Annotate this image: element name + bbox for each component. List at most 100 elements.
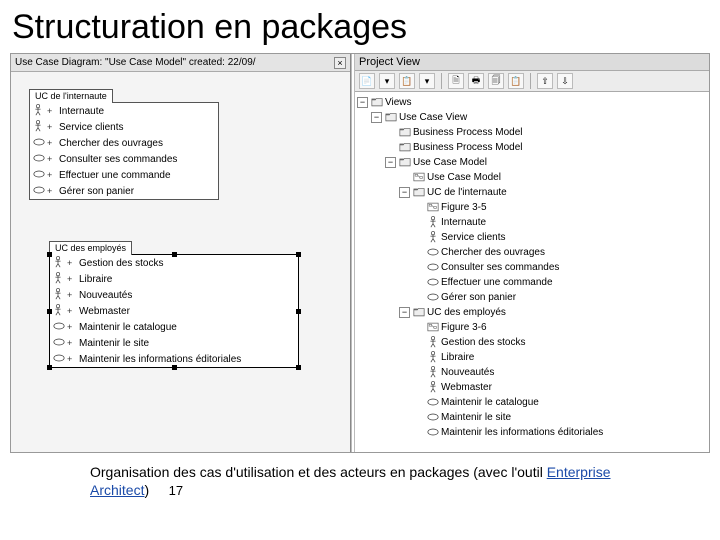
actor-icon	[428, 381, 438, 393]
package-item[interactable]: + Webmaster	[50, 303, 298, 319]
package-tab-label: UC de l'internaute	[29, 89, 113, 103]
package-item-label: Webmaster	[79, 306, 130, 317]
tree-node-label: Views	[385, 97, 707, 108]
tree-node-label: Effectuer une commande	[441, 277, 707, 288]
uc-icon	[427, 293, 439, 301]
actor-icon	[33, 104, 43, 116]
tree-node[interactable]: Use Case Model	[357, 170, 707, 185]
tree-node[interactable]: Chercher des ouvrages	[357, 245, 707, 260]
diagram-tab[interactable]: Use Case Diagram: "Use Case Model" creat…	[11, 54, 350, 72]
tree-node[interactable]: Libraire	[357, 350, 707, 365]
tree-node-label: Chercher des ouvrages	[441, 247, 707, 258]
package-item-label: Chercher des ouvrages	[59, 138, 163, 149]
plus-icon: +	[47, 186, 55, 196]
tree-node[interactable]: Service clients	[357, 230, 707, 245]
tree-expander[interactable]: −	[371, 112, 382, 123]
folder-icon	[399, 142, 411, 152]
uc-icon	[427, 428, 439, 436]
tree-expander[interactable]: −	[399, 187, 410, 198]
plus-icon: +	[67, 290, 75, 300]
tree-node-label: Gérer son panier	[441, 292, 707, 303]
package-item-label: Service clients	[59, 122, 123, 133]
folder-icon	[413, 187, 425, 197]
toolbar-button[interactable]: 🖶	[468, 73, 484, 89]
uc-icon	[53, 338, 65, 346]
tree-node-label: Consulter ses commandes	[441, 262, 707, 273]
package-item[interactable]: +Maintenir le catalogue	[50, 319, 298, 335]
tree-node[interactable]: Webmaster	[357, 380, 707, 395]
toolbar-button[interactable]: ⇩	[557, 73, 573, 89]
package-item[interactable]: + Chercher des ouvrages	[30, 135, 218, 151]
tree-node[interactable]: Business Process Model	[357, 140, 707, 155]
tree-node[interactable]: − Use Case View	[357, 110, 707, 125]
project-view-panel: Project View 📄▾📋▾🗎🖶🗐📋⇧⇩ −Views−Use Case …	[351, 54, 709, 452]
tree-node[interactable]: Maintenir le catalogue	[357, 395, 707, 410]
tree-node-label: UC de l'internaute	[427, 187, 707, 198]
uc-icon	[427, 413, 439, 421]
tree-node[interactable]: Consulter ses commandes	[357, 260, 707, 275]
package-tab-label: UC des employés	[49, 241, 132, 255]
diagram-canvas[interactable]: Use Case Diagram: "Use Case Model" creat…	[11, 54, 351, 452]
package-item-label: Internaute	[59, 106, 104, 117]
tree-expander[interactable]: −	[399, 307, 410, 318]
toolbar-button[interactable]: ▾	[419, 73, 435, 89]
project-tree[interactable]: −Views−Use Case ViewBusiness Process Mod…	[355, 92, 709, 452]
package-item-label: Maintenir les informations éditoriales	[79, 354, 241, 365]
close-icon[interactable]: ×	[334, 57, 346, 69]
tree-node-label: Libraire	[441, 352, 707, 363]
toolbar-button[interactable]: 🗎	[448, 73, 464, 89]
actor-icon	[53, 272, 63, 284]
tree-node[interactable]: Internaute	[357, 215, 707, 230]
toolbar-button[interactable]: 📋	[399, 73, 415, 89]
package-item[interactable]: +Service clients	[30, 119, 218, 135]
tree-node[interactable]: Figure 3-6	[357, 320, 707, 335]
package-item[interactable]: +Effectuer une commande	[30, 167, 218, 183]
tree-node[interactable]: Maintenir le site	[357, 410, 707, 425]
tree-node-label: Maintenir le catalogue	[441, 397, 707, 408]
tree-node[interactable]: −Use Case Model	[357, 155, 707, 170]
tree-node[interactable]: Business Process Model	[357, 125, 707, 140]
tree-expander[interactable]: −	[357, 97, 368, 108]
plus-icon: +	[67, 354, 75, 364]
package-uc-internaute[interactable]: UC de l'internaute +Internaute+Service c…	[29, 102, 219, 200]
folder-icon	[385, 112, 397, 122]
toolbar-button[interactable]: ⇧	[537, 73, 553, 89]
tree-node-label: Maintenir les informations éditoriales	[441, 427, 707, 438]
package-item[interactable]: +Gérer son panier	[30, 183, 218, 199]
toolbar-button[interactable]: 🗐	[488, 73, 504, 89]
package-item-label: Effectuer une commande	[59, 170, 171, 181]
plus-icon: +	[47, 138, 55, 148]
tree-node[interactable]: − UC de l'internaute	[357, 185, 707, 200]
package-item-label: Nouveautés	[79, 290, 132, 301]
package-item[interactable]: +Internaute	[30, 103, 218, 119]
tree-node[interactable]: Gestion des stocks	[357, 335, 707, 350]
toolbar-button[interactable]: 📋	[508, 73, 524, 89]
tree-node[interactable]: Figure 3-5	[357, 200, 707, 215]
tree-node-label: Service clients	[441, 232, 707, 243]
actor-icon	[53, 288, 63, 300]
uc-icon	[427, 263, 439, 271]
package-item[interactable]: +Maintenir le site	[50, 335, 298, 351]
tree-node[interactable]: Nouveautés	[357, 365, 707, 380]
package-item[interactable]: +Consulter ses commandes	[30, 151, 218, 167]
package-item-label: Consulter ses commandes	[59, 154, 177, 165]
plus-icon: +	[67, 258, 75, 268]
tree-node[interactable]: − UC des employés	[357, 305, 707, 320]
toolbar-button[interactable]: 📄	[359, 73, 375, 89]
package-item[interactable]: +Gestion des stocks	[50, 255, 298, 271]
plus-icon: +	[67, 306, 75, 316]
tree-node-label: Use Case View	[399, 112, 707, 123]
tree-expander[interactable]: −	[385, 157, 396, 168]
package-item-label: Maintenir le site	[79, 338, 149, 349]
tree-node[interactable]: Gérer son panier	[357, 290, 707, 305]
tree-node-label: UC des employés	[427, 307, 707, 318]
package-item[interactable]: +Libraire	[50, 271, 298, 287]
package-uc-employes[interactable]: UC des employés +Gestion des stocks+Libr…	[49, 254, 299, 368]
tree-node[interactable]: Maintenir les informations éditoriales	[357, 425, 707, 440]
toolbar-button[interactable]: ▾	[379, 73, 395, 89]
tree-node[interactable]: Effectuer une commande	[357, 275, 707, 290]
tree-node[interactable]: − Views	[357, 95, 707, 110]
tree-node-label: Webmaster	[441, 382, 707, 393]
package-item[interactable]: + Nouveautés	[50, 287, 298, 303]
package-item-label: Maintenir le catalogue	[79, 322, 177, 333]
